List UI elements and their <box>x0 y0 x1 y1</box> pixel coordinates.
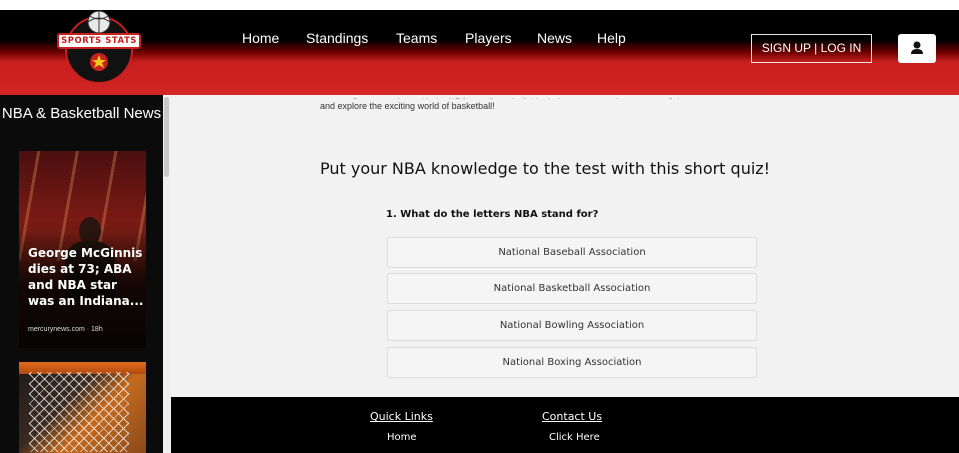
footer-quick-links-title[interactable]: Quick Links <box>370 410 433 423</box>
news-meta: mercurynews.com · 18h <box>28 326 103 333</box>
signup-login-button[interactable]: SIGN UP | LOG IN <box>751 34 872 63</box>
footer-contact-link[interactable]: Click Here <box>549 432 600 443</box>
site-header: SPORTS STATS Home Standings Teams Player… <box>0 0 959 95</box>
sidebar-scrollbar[interactable] <box>163 95 171 453</box>
nav-players[interactable]: Players <box>465 30 512 46</box>
footer-home-link[interactable]: Home <box>387 432 417 443</box>
footer-contact-title[interactable]: Contact Us <box>542 410 602 423</box>
quiz-question: 1. What do the letters NBA stand for? <box>386 209 599 220</box>
quiz-title: Put your NBA knowledge to the test with … <box>320 159 771 178</box>
news-headline[interactable]: George McGinnis dies at 73; ABA and NBA … <box>28 245 146 309</box>
nav-home[interactable]: Home <box>242 30 279 46</box>
sports-stats-logo[interactable]: SPORTS STATS <box>54 10 144 86</box>
hoop-net-image <box>29 372 129 452</box>
logo-text: SPORTS STATS <box>57 33 141 49</box>
nav-teams[interactable]: Teams <box>396 30 437 46</box>
site-footer: Quick Links Home Contact Us Click Here <box>171 397 959 453</box>
quiz-option-2[interactable]: National Basketball Association <box>387 273 757 304</box>
user-icon <box>911 41 923 54</box>
intro-text-line: and explore the exciting world of basket… <box>320 101 495 111</box>
quiz-option-3[interactable]: National Bowling Association <box>387 310 757 341</box>
main-content: games. Stay up to date with the NBA stan… <box>171 95 959 397</box>
nav-standings[interactable]: Standings <box>306 30 368 46</box>
news-card-2[interactable] <box>19 362 146 453</box>
user-account-button[interactable] <box>898 34 936 63</box>
news-source: mercurynews.com <box>28 326 85 333</box>
nav-help[interactable]: Help <box>597 30 626 46</box>
sidebar-scroll-thumb[interactable] <box>164 97 169 177</box>
news-sidebar: NBA & Basketball News George McGinnis di… <box>0 95 163 453</box>
quiz-option-4[interactable]: National Boxing Association <box>387 347 757 378</box>
header-top-strip <box>0 0 959 10</box>
quiz-option-1[interactable]: National Baseball Association <box>387 237 757 268</box>
nav-news[interactable]: News <box>537 30 572 46</box>
news-age: 18h <box>91 326 103 333</box>
news-card[interactable]: George McGinnis dies at 73; ABA and NBA … <box>19 151 146 348</box>
intro-text-clipped: games. Stay up to date with the NBA stan… <box>320 95 840 99</box>
sidebar-title: NBA & Basketball News <box>1 105 162 122</box>
intro-text: games. Stay up to date with the NBA stan… <box>320 95 840 113</box>
